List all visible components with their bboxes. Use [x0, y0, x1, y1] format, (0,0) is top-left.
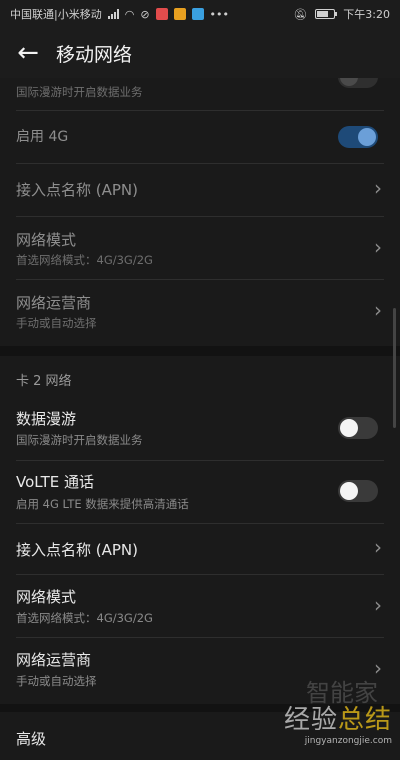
- status-bar: 中国联通|小米移动 ◠ ⊘ ••• 🔕︎ 下午3:20: [0, 0, 400, 28]
- toggle-knob: [358, 128, 376, 146]
- card2-volte-toggle[interactable]: [338, 480, 378, 502]
- card1-operator-row[interactable]: 网络运营商 手动或自动选择 ›: [0, 280, 400, 342]
- card2-network-mode-row[interactable]: 网络模式 首选网络模式：4G/3G/2G ›: [0, 575, 400, 637]
- battery-icon: [315, 9, 338, 19]
- toggle-knob: [340, 78, 358, 86]
- card1-enable-4g-label: 启用 4G: [16, 129, 69, 145]
- watermark-text-b: 总结: [337, 705, 392, 735]
- card2-roaming-label: 数据漫游: [16, 410, 77, 428]
- card2-operator-label: 网络运营商: [16, 651, 92, 669]
- toggle-knob: [340, 419, 358, 437]
- card2-roaming-toggle[interactable]: [338, 417, 378, 439]
- card1-apn-label: 接入点名称 (APN): [16, 181, 139, 199]
- chevron-right-icon: ›: [374, 235, 382, 259]
- card1-roaming-subtitle: 国际漫游时开启数据业务: [16, 85, 143, 99]
- card2-network-mode-value: 首选网络模式：4G/3G/2G: [16, 611, 153, 625]
- card2-roaming-row[interactable]: 数据漫游 国际漫游时开启数据业务: [0, 398, 400, 458]
- chevron-right-icon: ›: [374, 298, 382, 322]
- chevron-right-icon: ›: [374, 535, 382, 559]
- section-gap: [0, 346, 400, 356]
- card2-apn-label: 接入点名称 (APN): [16, 541, 139, 559]
- card1-operator-value: 手动或自动选择: [16, 316, 97, 330]
- more-notifications-icon: •••: [209, 7, 230, 21]
- back-arrow-icon[interactable]: ←: [0, 28, 56, 78]
- watermark-url: jingyanzongjie.com: [304, 736, 392, 746]
- card1-network-mode-label: 网络模式: [16, 231, 77, 249]
- signal-icon: [107, 9, 119, 19]
- settings-list[interactable]: 国际漫游时开启数据业务 启用 4G 接入点名称 (APN) › 网络模式 首选网…: [0, 78, 400, 760]
- card2-apn-row[interactable]: 接入点名称 (APN) ›: [0, 524, 400, 574]
- card2-operator-value: 手动或自动选择: [16, 674, 97, 688]
- card1-operator-label: 网络运营商: [16, 294, 92, 312]
- card1-enable-4g-toggle[interactable]: [338, 126, 378, 148]
- card1-network-mode-value: 首选网络模式：4G/3G/2G: [16, 253, 153, 267]
- app-notification-icon-3: [191, 8, 204, 20]
- carrier-text: 中国联通|小米移动: [10, 8, 102, 21]
- card1-enable-4g-row[interactable]: 启用 4G: [0, 111, 400, 163]
- card1-roaming-row[interactable]: 国际漫游时开启数据业务: [0, 78, 400, 110]
- chevron-right-icon: ›: [374, 593, 382, 617]
- wifi-icon: ◠: [124, 7, 135, 21]
- blocked-icon: ⊘: [140, 7, 150, 21]
- clock: 下午3:20: [343, 8, 390, 21]
- card1-roaming-toggle[interactable]: [338, 78, 378, 88]
- watermark-title: 经验总结: [284, 699, 392, 736]
- card2-volte-label: VoLTE 通话: [16, 473, 94, 491]
- scrollbar[interactable]: [393, 308, 396, 428]
- app-notification-icon-2: [173, 8, 186, 20]
- toggle-knob: [340, 482, 358, 500]
- card2-section-title: 卡 2 网络: [16, 374, 72, 389]
- card2-roaming-subtitle: 国际漫游时开启数据业务: [16, 433, 143, 447]
- card2-volte-row[interactable]: VoLTE 通话 启用 4G LTE 数据来提供高清通话: [0, 461, 400, 523]
- app-notification-icon: [155, 8, 168, 20]
- card1-network-mode-row[interactable]: 网络模式 首选网络模式：4G/3G/2G ›: [0, 217, 400, 279]
- mute-icon: 🔕︎: [293, 7, 308, 21]
- page-title: 移动网络: [56, 43, 133, 66]
- card2-volte-subtitle: 启用 4G LTE 数据来提供高清通话: [16, 497, 189, 511]
- chevron-right-icon: ›: [374, 176, 382, 200]
- watermark-text-a: 经验: [283, 705, 338, 735]
- app-bar: ← 移动网络: [0, 28, 400, 78]
- card2-network-mode-label: 网络模式: [16, 588, 77, 606]
- watermark: 经验总结 jingyanzongjie.com: [284, 699, 392, 746]
- advanced-label: 高级: [16, 730, 47, 748]
- card1-apn-row[interactable]: 接入点名称 (APN) ›: [0, 164, 400, 216]
